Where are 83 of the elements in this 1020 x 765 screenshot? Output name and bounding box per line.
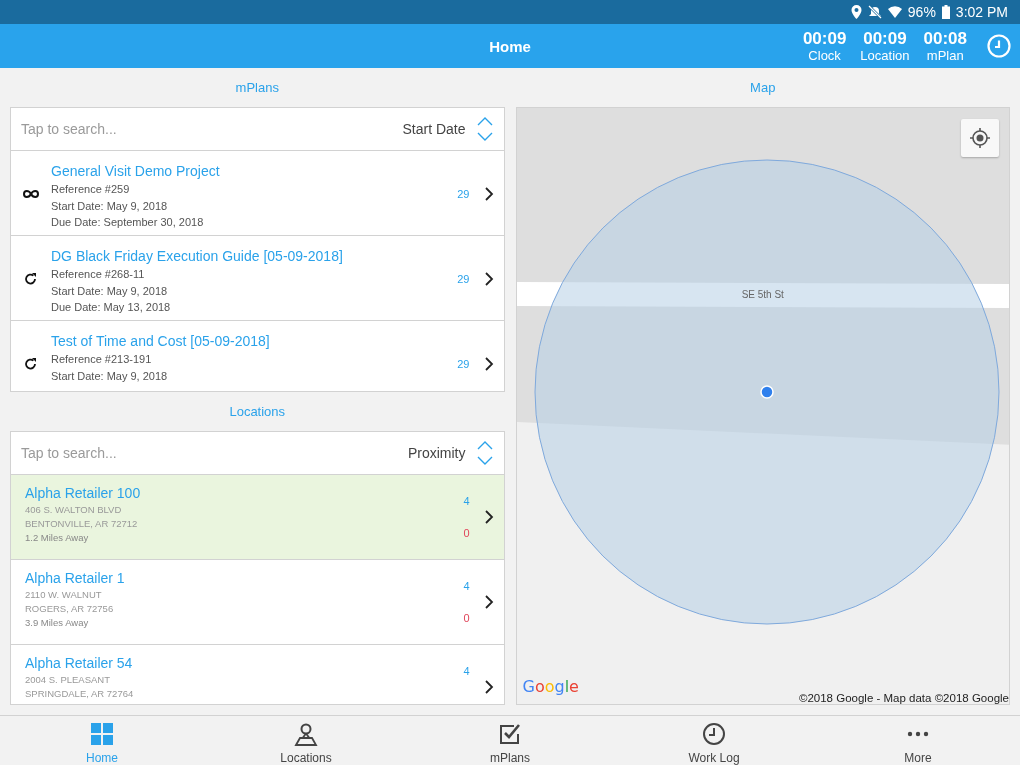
map[interactable]: SE 5th St Google ©2018 Google - Map data ©2018 Google [515,107,1010,705]
location-name: Alpha Retailer 100 [25,484,142,503]
task-count: 29 [457,272,470,285]
location-address: 2004 S. PLEASANT [25,673,112,687]
street-label: SE 5th St [740,289,785,300]
timer-value: 00:08 [923,29,967,48]
timer-value: 00:09 [802,29,847,48]
chevron-right-icon [483,355,494,372]
chevron-right-icon [483,270,494,287]
nav-tab[interactable]: mPlans [408,716,612,765]
location-address: ROGERS, AR 72756 [25,602,115,616]
map-pin-icon [294,722,318,746]
more-icon [906,731,930,737]
location-item[interactable]: Alpha Retailer 1 2110 W. WALNUT ROGERS, AR 72756 3.9 Miles Away 4 0 [11,560,504,645]
mplan-detail: Reference #259 [51,182,131,197]
clock-icon[interactable] [987,34,1011,58]
sort-icon [475,116,494,142]
open-count: 0 [463,527,470,539]
current-location-dot [759,385,774,399]
nav-tab[interactable]: More [816,716,1020,765]
mplan-item[interactable]: Test of Time and Cost [05-09-2018] Reference #213-191 Start Date: May 9, 2018 29 [11,321,504,391]
chevron-right-icon [483,509,494,525]
timer-value: 00:09 [863,29,907,48]
map-logo: Google [522,677,579,696]
clock-icon [702,722,726,746]
search-field[interactable]: Tap to search... [19,444,408,462]
mplan-name: General Visit Demo Project [51,162,221,181]
mplan-item[interactable]: DG Black Friday Execution Guide [05-09-2018] Reference #268-11 Start Date: May 9, 2018 Due Date: May 13, 2018 29 [11,236,504,321]
section-title: mPlans [234,79,280,97]
page-title: Home [489,37,531,55]
refresh-icon [24,356,38,371]
location-address: 2110 W. WALNUT [25,588,103,602]
done-count: 4 [463,495,470,507]
location-pin-icon [850,5,862,19]
my-location-button[interactable] [961,119,999,157]
mute-icon [867,5,882,19]
chevron-right-icon [483,185,494,202]
done-count: 4 [463,664,470,677]
battery-icon [941,5,950,19]
mplan-detail: Reference #268-11 [51,267,146,282]
battery-percent: 96% [907,4,936,20]
grid-icon [90,722,114,746]
mplan-detail: Due Date: September 30, 2018 [51,215,205,230]
timer-label: Location [860,47,910,63]
chevron-right-icon [483,679,494,695]
infinity-icon [22,188,40,199]
location-address: BENTONVILLE, AR 72712 [25,517,139,531]
search-field[interactable]: Tap to search... [19,120,403,138]
map-attribution: ©2018 Google - Map data ©2018 Google [798,692,1009,704]
mplan-detail: Start Date: May 9, 2018 [51,283,169,299]
location-distance: 3.9 Miles Away [25,616,90,630]
chevron-right-icon [483,594,494,610]
mplan-name: DG Black Friday Execution Guide [05-09-2018] [51,247,344,266]
task-count: 29 [457,187,470,200]
location-address: 406 S. WALTON BLVD [25,503,123,517]
mplan-detail: Start Date: May 9, 2018 [51,198,169,214]
mplan-detail: Reference #213-191 [51,352,153,367]
sort-button[interactable]: Start Date [402,116,494,142]
mplan-detail: Start Date: May 9, 2018 [51,368,169,384]
section-title: Locations [228,403,287,421]
clock-time: 3:02 PM [955,4,1008,20]
timer-label: mPlan [926,47,964,63]
done-count: 4 [463,580,470,592]
location-item[interactable]: Alpha Retailer 100 406 S. WALTON BLVD BENTONVILLE, AR 72712 1.2 Miles Away 4 0 [11,475,504,560]
mplan-name: Test of Time and Cost [05-09-2018] [51,332,271,351]
location-distance: 1.2 Miles Away [25,531,90,545]
open-count: 0 [463,612,470,624]
sort-icon [475,440,494,466]
location-name: Alpha Retailer 54 [25,654,134,673]
checkbox-icon [498,722,522,746]
wifi-icon [887,6,902,18]
section-title: Map [749,79,777,97]
crosshair-icon [969,127,991,149]
location-name: Alpha Retailer 1 [25,569,126,588]
nav-tab[interactable]: Locations [204,716,408,765]
sort-button[interactable]: Proximity [407,440,494,466]
nav-tab[interactable]: Work Log [612,716,816,765]
timer-label: Clock [808,47,841,63]
refresh-icon [24,271,38,286]
mplan-item[interactable]: General Visit Demo Project Reference #259 Start Date: May 9, 2018 Due Date: September 30, 2018 29 [11,151,504,236]
mplan-detail: Due Date: May 13, 2018 [51,300,172,315]
task-count: 29 [457,357,470,370]
location-address: SPRINGDALE, AR 72764 [25,687,135,701]
